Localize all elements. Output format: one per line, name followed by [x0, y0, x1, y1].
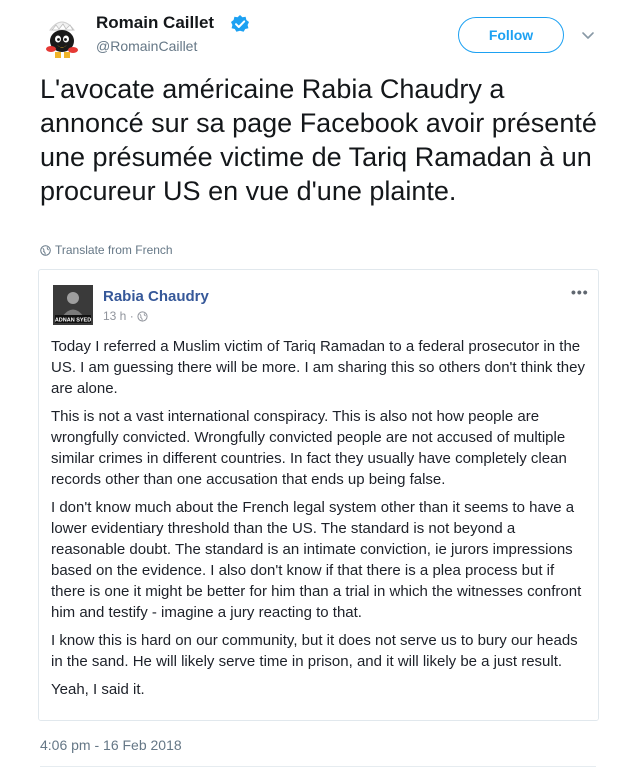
tweet-header: Romain Caillet @RomainCaillet Follow [0, 0, 636, 70]
post-paragraph: Today I referred a Muslim victim of Tari… [51, 338, 585, 397]
author-handle[interactable]: @RomainCaillet [96, 38, 197, 54]
facebook-author-name[interactable]: Rabia Chaudry [103, 288, 209, 305]
post-paragraph: This is not a vast international conspir… [51, 408, 567, 488]
tweet-timestamp[interactable]: 4:06 pm - 16 Feb 2018 [40, 737, 182, 753]
facebook-author-avatar[interactable]: ADNAN SYED [53, 285, 93, 325]
avatar[interactable] [42, 16, 82, 60]
translate-link[interactable]: Translate from French [40, 243, 173, 257]
chevron-down-icon[interactable] [580, 27, 596, 43]
embedded-facebook-post[interactable]: ADNAN SYED Rabia Chaudry 13 h · ••• Toda… [38, 269, 599, 721]
post-paragraph: Yeah, I said it. [51, 681, 145, 698]
public-globe-icon [137, 310, 148, 322]
globe-icon [40, 244, 51, 256]
follow-button[interactable]: Follow [458, 17, 564, 53]
author-name[interactable]: Romain Caillet [96, 13, 214, 33]
translate-label[interactable]: Translate from French [55, 243, 173, 257]
more-options-icon[interactable]: ••• [571, 284, 589, 300]
tweet-text: L'avocate américaine Rabia Chaudry a ann… [40, 74, 597, 206]
post-paragraph: I know this is hard on our community, bu… [51, 632, 578, 670]
facebook-post-time: 13 h · [103, 309, 148, 323]
divider [40, 766, 596, 767]
post-time-label: 13 h · [103, 309, 134, 323]
post-paragraph: I don't know much about the French legal… [51, 499, 582, 621]
facebook-post-body: Today I referred a Muslim victim of Tari… [51, 336, 591, 707]
card-fade [39, 702, 598, 720]
avatar-caption: ADNAN SYED [55, 318, 91, 324]
verified-badge-icon [230, 14, 250, 34]
